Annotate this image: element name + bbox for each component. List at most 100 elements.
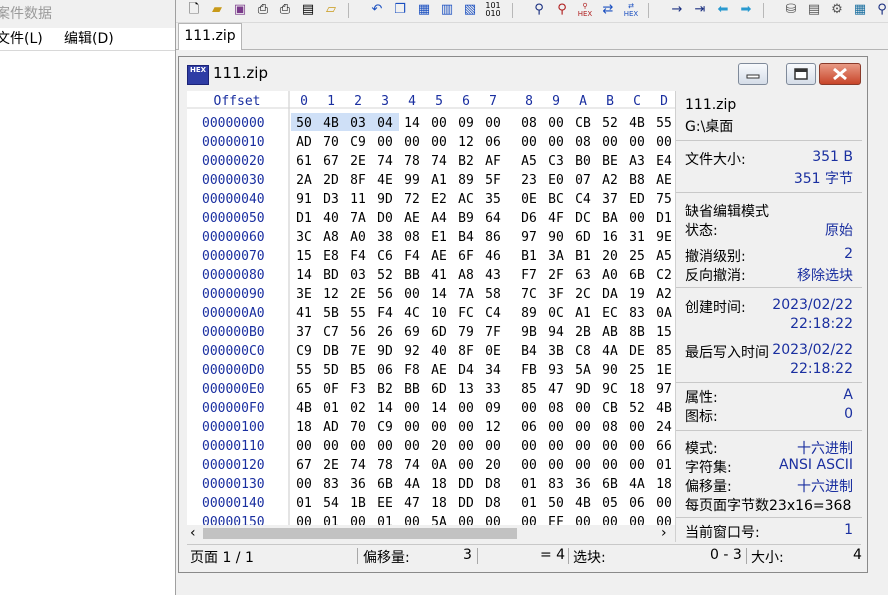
hex-byte[interactable]: E1 bbox=[431, 230, 447, 245]
hex-byte[interactable]: 37 bbox=[602, 192, 618, 207]
hex-byte[interactable]: 00 bbox=[548, 116, 564, 131]
menu-edit[interactable]: 编辑(D) bbox=[64, 28, 114, 50]
hex-byte[interactable]: EF bbox=[548, 515, 564, 525]
hex-byte[interactable]: 00 bbox=[629, 515, 645, 525]
hex-byte[interactable]: 08 bbox=[602, 420, 618, 435]
hex-byte[interactable]: 92 bbox=[404, 344, 420, 359]
hex-byte[interactable]: 13 bbox=[458, 382, 474, 397]
hex-byte[interactable]: 6B bbox=[377, 477, 393, 492]
menu-file[interactable]: 文件(L) bbox=[0, 28, 43, 50]
hex-byte[interactable]: 03 bbox=[350, 268, 366, 283]
hex-byte[interactable]: 08 bbox=[575, 135, 591, 150]
hex-byte[interactable]: B2 bbox=[377, 382, 393, 397]
hex-byte[interactable]: 01 bbox=[656, 458, 672, 473]
hex-byte[interactable]: EE bbox=[377, 496, 393, 511]
hex-byte[interactable]: 15 bbox=[656, 325, 672, 340]
hex-byte[interactable]: 00 bbox=[602, 439, 618, 454]
hex-byte[interactable]: 54 bbox=[323, 496, 339, 511]
hex-byte[interactable]: 00 bbox=[548, 458, 564, 473]
hex-byte[interactable]: 00 bbox=[431, 420, 447, 435]
hex-byte[interactable]: 00 bbox=[431, 116, 447, 131]
hex-byte[interactable]: 4B bbox=[323, 116, 339, 131]
hex-byte[interactable]: 14 bbox=[431, 401, 447, 416]
hex-byte[interactable]: 40 bbox=[323, 211, 339, 226]
hex-byte[interactable]: 4B bbox=[575, 496, 591, 511]
hex-byte[interactable]: 61 bbox=[296, 154, 312, 169]
hex-byte[interactable]: 79 bbox=[458, 325, 474, 340]
hex-byte[interactable]: 67 bbox=[296, 458, 312, 473]
hex-byte[interactable]: AF bbox=[485, 154, 501, 169]
hex-byte[interactable]: 41 bbox=[431, 268, 447, 283]
hex-byte[interactable]: D1 bbox=[296, 211, 312, 226]
hex-byte[interactable]: 37 bbox=[296, 325, 312, 340]
hex-byte[interactable]: 90 bbox=[602, 363, 618, 378]
find-text-icon[interactable]: ⚲ bbox=[554, 2, 570, 18]
hex-byte[interactable]: 50 bbox=[548, 496, 564, 511]
hex-byte[interactable]: 14 bbox=[404, 116, 420, 131]
hex-byte[interactable]: 06 bbox=[629, 496, 645, 511]
hex-byte[interactable]: 0E bbox=[485, 344, 501, 359]
hex-byte[interactable]: 00 bbox=[377, 135, 393, 150]
hex-byte[interactable]: 00 bbox=[458, 439, 474, 454]
hex-byte[interactable]: 00 bbox=[485, 439, 501, 454]
hex-byte[interactable]: 00 bbox=[404, 439, 420, 454]
hex-byte[interactable]: B8 bbox=[629, 173, 645, 188]
hex-byte[interactable]: 18 bbox=[296, 420, 312, 435]
hex-byte[interactable]: C9 bbox=[350, 135, 366, 150]
hex-byte[interactable]: AC bbox=[458, 192, 474, 207]
hex-byte[interactable]: 03 bbox=[350, 116, 366, 131]
hex-byte[interactable]: A5 bbox=[656, 249, 672, 264]
hex-byte[interactable]: 6D bbox=[575, 230, 591, 245]
hex-byte[interactable]: 00 bbox=[404, 401, 420, 416]
hex-byte[interactable]: 12 bbox=[485, 420, 501, 435]
hex-byte[interactable]: 00 bbox=[458, 420, 474, 435]
hex-byte[interactable]: 00 bbox=[602, 458, 618, 473]
hex-byte[interactable]: AE bbox=[431, 363, 447, 378]
hex-byte[interactable]: BB bbox=[404, 382, 420, 397]
hex-byte[interactable]: 94 bbox=[548, 325, 564, 340]
hex-byte[interactable]: 74 bbox=[404, 458, 420, 473]
hex-byte[interactable]: 00 bbox=[575, 420, 591, 435]
hex-byte[interactable]: 00 bbox=[431, 135, 447, 150]
hex-byte[interactable]: 00 bbox=[548, 135, 564, 150]
hex-byte[interactable]: A1 bbox=[575, 306, 591, 321]
hex-byte[interactable]: 91 bbox=[296, 192, 312, 207]
hex-byte[interactable]: CB bbox=[575, 116, 591, 131]
hex-byte[interactable]: 2E bbox=[323, 458, 339, 473]
hex-byte[interactable]: EC bbox=[602, 306, 618, 321]
hex-byte[interactable]: C4 bbox=[485, 306, 501, 321]
hex-byte[interactable]: 00 bbox=[629, 211, 645, 226]
hex-byte[interactable]: AE bbox=[404, 211, 420, 226]
hex-byte[interactable]: D6 bbox=[521, 211, 537, 226]
hex-byte[interactable]: 06 bbox=[377, 363, 393, 378]
hex-byte[interactable]: 2F bbox=[548, 268, 564, 283]
hex-byte[interactable]: ED bbox=[629, 192, 645, 207]
hex-byte[interactable]: 6F bbox=[458, 249, 474, 264]
hex-byte[interactable]: 14 bbox=[296, 268, 312, 283]
hex-byte[interactable]: 05 bbox=[602, 496, 618, 511]
hex-byte[interactable]: 4B bbox=[656, 401, 672, 416]
hex-byte[interactable]: 00 bbox=[629, 439, 645, 454]
hex-byte[interactable]: 55 bbox=[296, 363, 312, 378]
hex-byte[interactable]: 00 bbox=[602, 515, 618, 525]
hex-byte[interactable]: 35 bbox=[485, 192, 501, 207]
hex-byte[interactable]: 14 bbox=[431, 287, 447, 302]
hex-byte[interactable]: 02 bbox=[350, 401, 366, 416]
hex-byte[interactable]: 00 bbox=[485, 515, 501, 525]
hex-byte[interactable]: C6 bbox=[377, 249, 393, 264]
hex-byte[interactable]: 89 bbox=[521, 306, 537, 321]
printer-icon[interactable]: ⎙ bbox=[277, 2, 293, 18]
hex-byte[interactable]: AD bbox=[296, 135, 312, 150]
hex-byte[interactable]: B4 bbox=[458, 230, 474, 245]
properties-icon[interactable]: ▤ bbox=[300, 2, 316, 18]
binary-icon[interactable]: 101 010 bbox=[485, 2, 501, 18]
copy-block-icon[interactable]: ▦ bbox=[416, 2, 432, 18]
hex-byte[interactable]: E8 bbox=[323, 249, 339, 264]
print-icon[interactable]: ⎙ bbox=[255, 2, 271, 18]
hex-byte[interactable]: 33 bbox=[485, 382, 501, 397]
hex-byte[interactable]: BB bbox=[404, 268, 420, 283]
hex-byte[interactable]: 01 bbox=[323, 515, 339, 525]
hex-byte[interactable]: 46 bbox=[485, 249, 501, 264]
hex-byte[interactable]: 00 bbox=[575, 458, 591, 473]
hex-byte[interactable]: 83 bbox=[548, 477, 564, 492]
